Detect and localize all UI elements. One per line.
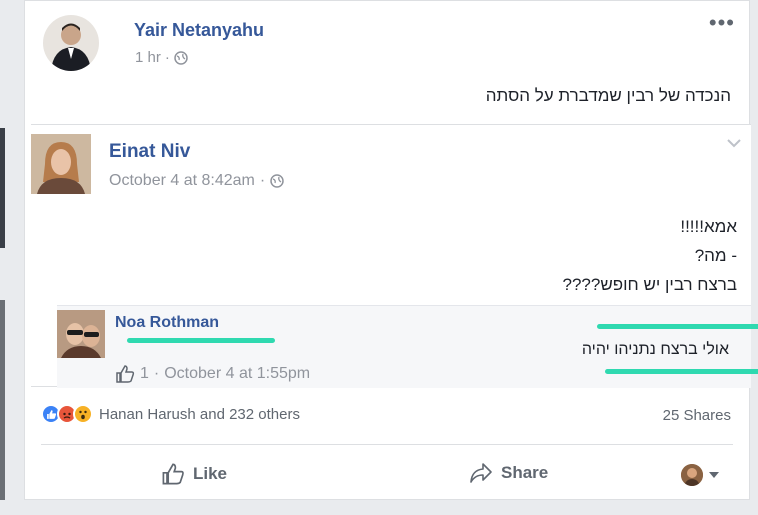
post-time[interactable]: 1 hr	[135, 49, 161, 66]
more-dots-icon[interactable]: •••	[709, 12, 735, 34]
shared-text-line: ברצח רבין יש חופש????	[562, 275, 737, 294]
reply-author[interactable]: Noa Rothman	[115, 314, 219, 332]
shared-meta: October 4 at 8:42am ·	[109, 172, 284, 190]
thumbs-up-icon[interactable]	[115, 364, 135, 384]
globe-icon	[174, 50, 188, 65]
share-label: Share	[501, 463, 549, 482]
thumbs-up-icon	[162, 463, 184, 485]
globe-icon	[270, 174, 284, 188]
left-edge	[0, 0, 18, 515]
shared-author[interactable]: Einat Niv	[109, 141, 190, 163]
divider	[41, 444, 733, 445]
author-avatar[interactable]	[43, 15, 99, 71]
shared-time[interactable]: October 4 at 8:42am	[109, 172, 255, 190]
reaction-summary[interactable]: Hanan Harush and 232 others	[41, 404, 300, 424]
like-button[interactable]: Like	[161, 462, 227, 486]
reply-time[interactable]: October 4 at 1:55pm	[164, 365, 310, 383]
shared-author-avatar[interactable]	[31, 134, 91, 194]
meta-separator: ·	[164, 49, 170, 66]
highlight-mark	[597, 324, 758, 329]
meta-separator: ·	[259, 172, 266, 189]
post-author[interactable]: Yair Netanyahu	[134, 20, 264, 41]
shared-post[interactable]: Einat Niv October 4 at 8:42am · אמא!!!!!…	[31, 124, 758, 388]
edge-bar	[0, 128, 5, 248]
highlight-mark	[605, 369, 758, 374]
post-card: Yair Netanyahu 1 hr · ••• הנכדה של רבין …	[24, 0, 758, 500]
reply-comment: Noa Rothman אולי ברצח נתניהו יהיה 1 · Oc…	[57, 305, 758, 388]
share-button[interactable]: Share	[469, 462, 548, 484]
chevron-down-icon[interactable]	[727, 135, 741, 151]
wow-reaction-icon	[73, 404, 93, 424]
post-meta: 1 hr ·	[135, 49, 188, 66]
caret-down-icon	[709, 472, 719, 478]
reply-like-count: 1	[140, 365, 149, 382]
reactions-text[interactable]: Hanan Harush and 232 others	[99, 406, 300, 423]
shared-text-line: אמא!!!!!	[680, 217, 737, 236]
reply-text: אולי ברצח נתניהו יהיה	[581, 341, 729, 358]
edge-bar	[0, 300, 5, 500]
highlight-mark	[127, 338, 275, 343]
posting-as-selector[interactable]	[681, 464, 719, 486]
shared-text-line: - מה?	[694, 246, 737, 265]
shares-count[interactable]: 25 Shares	[663, 407, 731, 424]
reply-meta: 1 · October 4 at 1:55pm	[115, 364, 310, 384]
post-text: הנכדה של רבין שמדברת על הסתה	[485, 86, 731, 105]
like-label: Like	[193, 464, 228, 483]
user-avatar	[681, 464, 703, 486]
share-arrow-icon	[470, 463, 492, 483]
reply-author-avatar[interactable]	[57, 310, 105, 358]
meta-separator: ·	[153, 365, 160, 382]
